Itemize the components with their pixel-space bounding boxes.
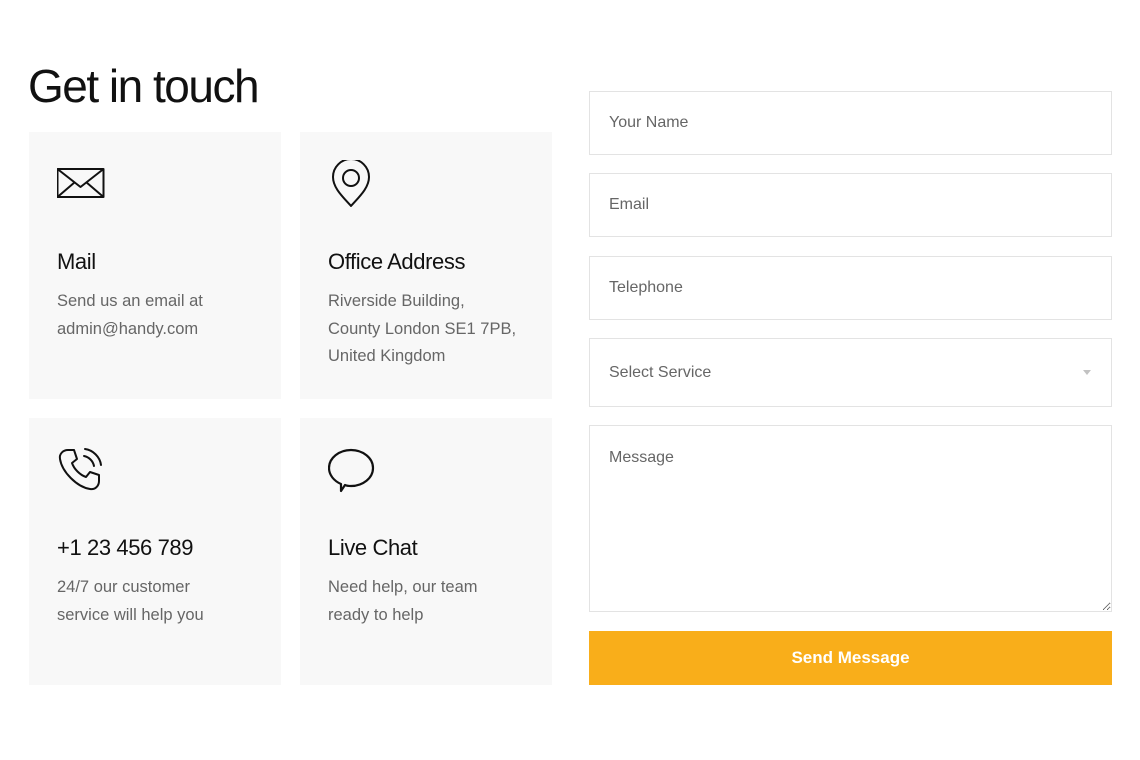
send-message-button[interactable]: Send Message — [589, 631, 1112, 685]
mail-card-email[interactable]: admin@handy.com — [57, 316, 267, 344]
email-input[interactable] — [589, 173, 1112, 237]
live-chat-card-text: Need help, our team ready to help — [328, 574, 538, 629]
phone-ringing-icon — [57, 446, 105, 494]
service-select[interactable]: Select Service — [589, 338, 1112, 407]
envelope-icon — [57, 160, 105, 208]
phone-card-text: 24/7 our customer service will help you — [57, 574, 267, 629]
address-line-1: Riverside Building, — [328, 292, 465, 310]
live-chat-card-title: Live Chat — [328, 535, 418, 560]
service-select-value: Select Service — [609, 363, 712, 381]
mail-card: Mail Send us an email at admin@handy.com — [29, 132, 281, 399]
phone-card-title[interactable]: +1 23 456 789 — [57, 535, 194, 561]
mail-card-line: Send us an email at — [57, 292, 203, 310]
live-chat-card: Live Chat Need help, our team ready to h… — [300, 418, 552, 685]
phone-card: +1 23 456 789 24/7 our customer service … — [29, 418, 281, 685]
mail-card-text: Send us an email at admin@handy.com — [57, 288, 267, 343]
chevron-down-icon — [1083, 370, 1091, 375]
phone-card-line-1: 24/7 our customer — [57, 578, 190, 596]
map-pin-icon — [328, 160, 376, 208]
contact-page: Get in touch Mail Send us an email at ad… — [0, 0, 1140, 760]
live-chat-line-2: ready to help — [328, 605, 424, 624]
live-chat-line-1: Need help, our team — [328, 578, 478, 596]
name-input[interactable] — [589, 91, 1112, 155]
contact-cards: Mail Send us an email at admin@handy.com… — [29, 132, 552, 685]
message-textarea[interactable] — [589, 425, 1112, 612]
office-address-card-title: Office Address — [328, 249, 466, 274]
mail-card-title: Mail — [57, 249, 96, 274]
page-title: Get in touch — [28, 60, 260, 112]
office-address-card: Office Address Riverside Building, Count… — [300, 132, 552, 399]
address-line-3: United Kingdom — [328, 347, 446, 365]
telephone-input[interactable] — [589, 256, 1112, 320]
phone-card-line-2: service will help you — [57, 605, 204, 624]
office-address-card-text: Riverside Building, County London SE1 7P… — [328, 288, 538, 371]
speech-bubble-icon — [328, 446, 376, 494]
address-line-2: County London SE1 7PB, — [328, 319, 517, 338]
